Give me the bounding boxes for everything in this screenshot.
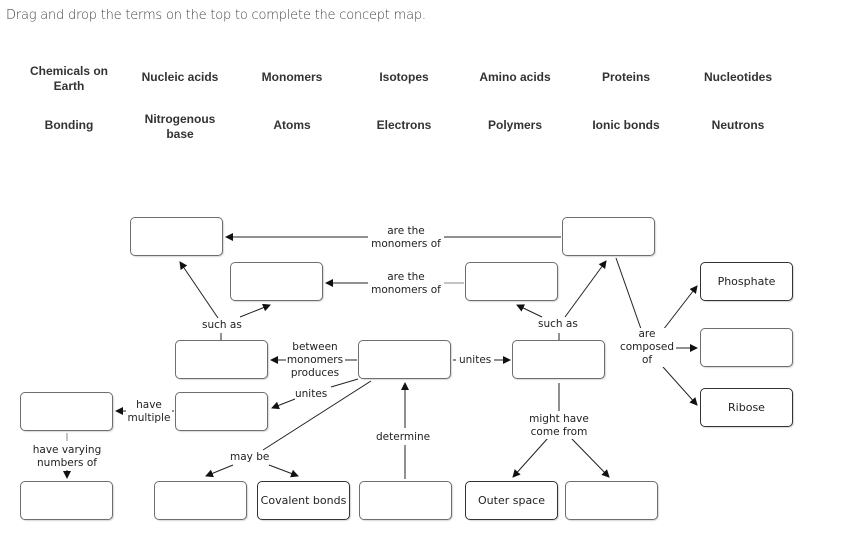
link-label-between-produces: between monomers produces (286, 341, 344, 380)
node-phosphate: Phosphate (700, 262, 793, 301)
link-label-are-monomers-of-2: are the monomers of (368, 271, 444, 297)
link-label-are-composed-of: are composed of (619, 328, 675, 367)
link-label-unites-right: unites (459, 354, 492, 367)
connector (205, 464, 234, 478)
link-label-have-multiple: have multiple (126, 399, 172, 425)
drop-target-such-as-left[interactable] (175, 340, 268, 379)
drop-target-have-multiple-target[interactable] (20, 392, 113, 431)
drop-target-top-left[interactable] (130, 217, 223, 256)
connector (239, 303, 271, 318)
connector (271, 398, 296, 410)
drop-target-top-right[interactable] (562, 217, 655, 256)
drop-target-come-from-right[interactable] (565, 481, 658, 520)
drop-target-may-be-left[interactable] (154, 481, 247, 520)
connector (330, 378, 359, 388)
drop-target-varying[interactable] (20, 481, 113, 520)
connector (662, 366, 698, 406)
link-label-unites-down: unites (295, 388, 328, 401)
drop-target-center[interactable] (358, 340, 451, 379)
link-label-have-varying: have varying numbers of (27, 444, 107, 470)
drop-target-determine[interactable] (359, 481, 452, 520)
connector (564, 260, 607, 318)
connector (570, 437, 610, 478)
node-ribose: Ribose (700, 388, 793, 427)
connector (179, 261, 219, 319)
link-label-determine: determine (376, 431, 431, 444)
drop-target-composed-mid[interactable] (700, 328, 793, 367)
link-label-such-as-left: such as (202, 319, 242, 332)
node-covalent-bonds: Covalent bonds (257, 481, 350, 520)
connector (516, 304, 543, 318)
link-label-are-monomers-of-1: are the monomers of (368, 225, 444, 251)
connector (662, 285, 698, 331)
drop-target-mid-left[interactable] (230, 262, 323, 301)
connector (615, 257, 642, 330)
node-outer-space: Outer space (465, 481, 558, 520)
drop-target-mid-right[interactable] (465, 262, 558, 301)
drop-target-have-multiple-source[interactable] (175, 392, 268, 431)
link-label-such-as-right: such as (538, 318, 578, 331)
link-label-may-be: may be (230, 451, 270, 464)
drop-target-unites[interactable] (512, 340, 605, 379)
link-label-might-have-come-from: might have come from (526, 413, 592, 439)
connector (512, 437, 549, 478)
connector (268, 464, 299, 478)
